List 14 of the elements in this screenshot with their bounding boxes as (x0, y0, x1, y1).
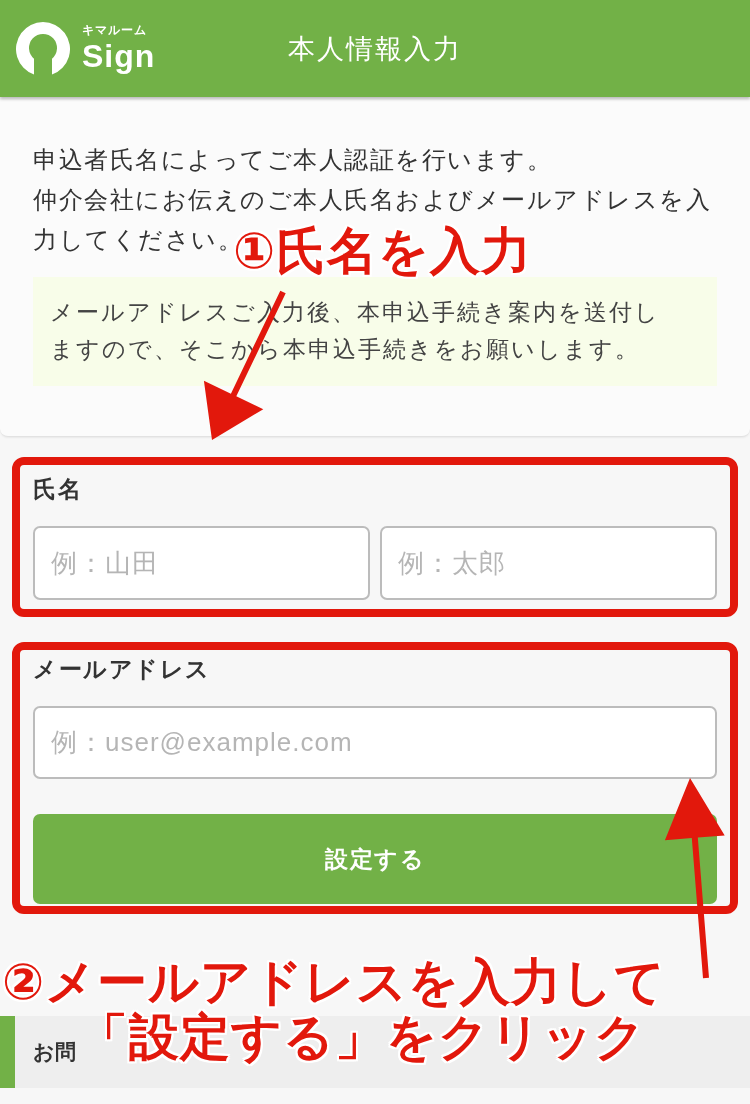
email-input[interactable]: 例：user@example.com (33, 706, 717, 779)
intro-text: 仲介会社にお伝えのご本人氏名およびメールアドレスを入 (33, 185, 711, 215)
field-label: 氏名 (33, 475, 83, 504)
annotation-text: ②メールアドレスを入力して (2, 955, 667, 1010)
surname-input[interactable]: 例：山田 (33, 526, 370, 600)
given-name-input[interactable]: 例：太郎 (380, 526, 717, 600)
annotation-text: 「設定する」をクリック (78, 1010, 646, 1065)
intro-text: 申込者氏名によってご本人認証を行います。 (33, 145, 552, 175)
logo-icon (16, 21, 70, 76)
page-title: 本人情報入力 (288, 32, 462, 66)
logo-subtitle: キマルーム (82, 23, 147, 38)
logo-wordmark: Sign (82, 38, 156, 74)
submit-button[interactable]: 設定する (33, 814, 717, 904)
field-label: メールアドレス (33, 655, 212, 684)
